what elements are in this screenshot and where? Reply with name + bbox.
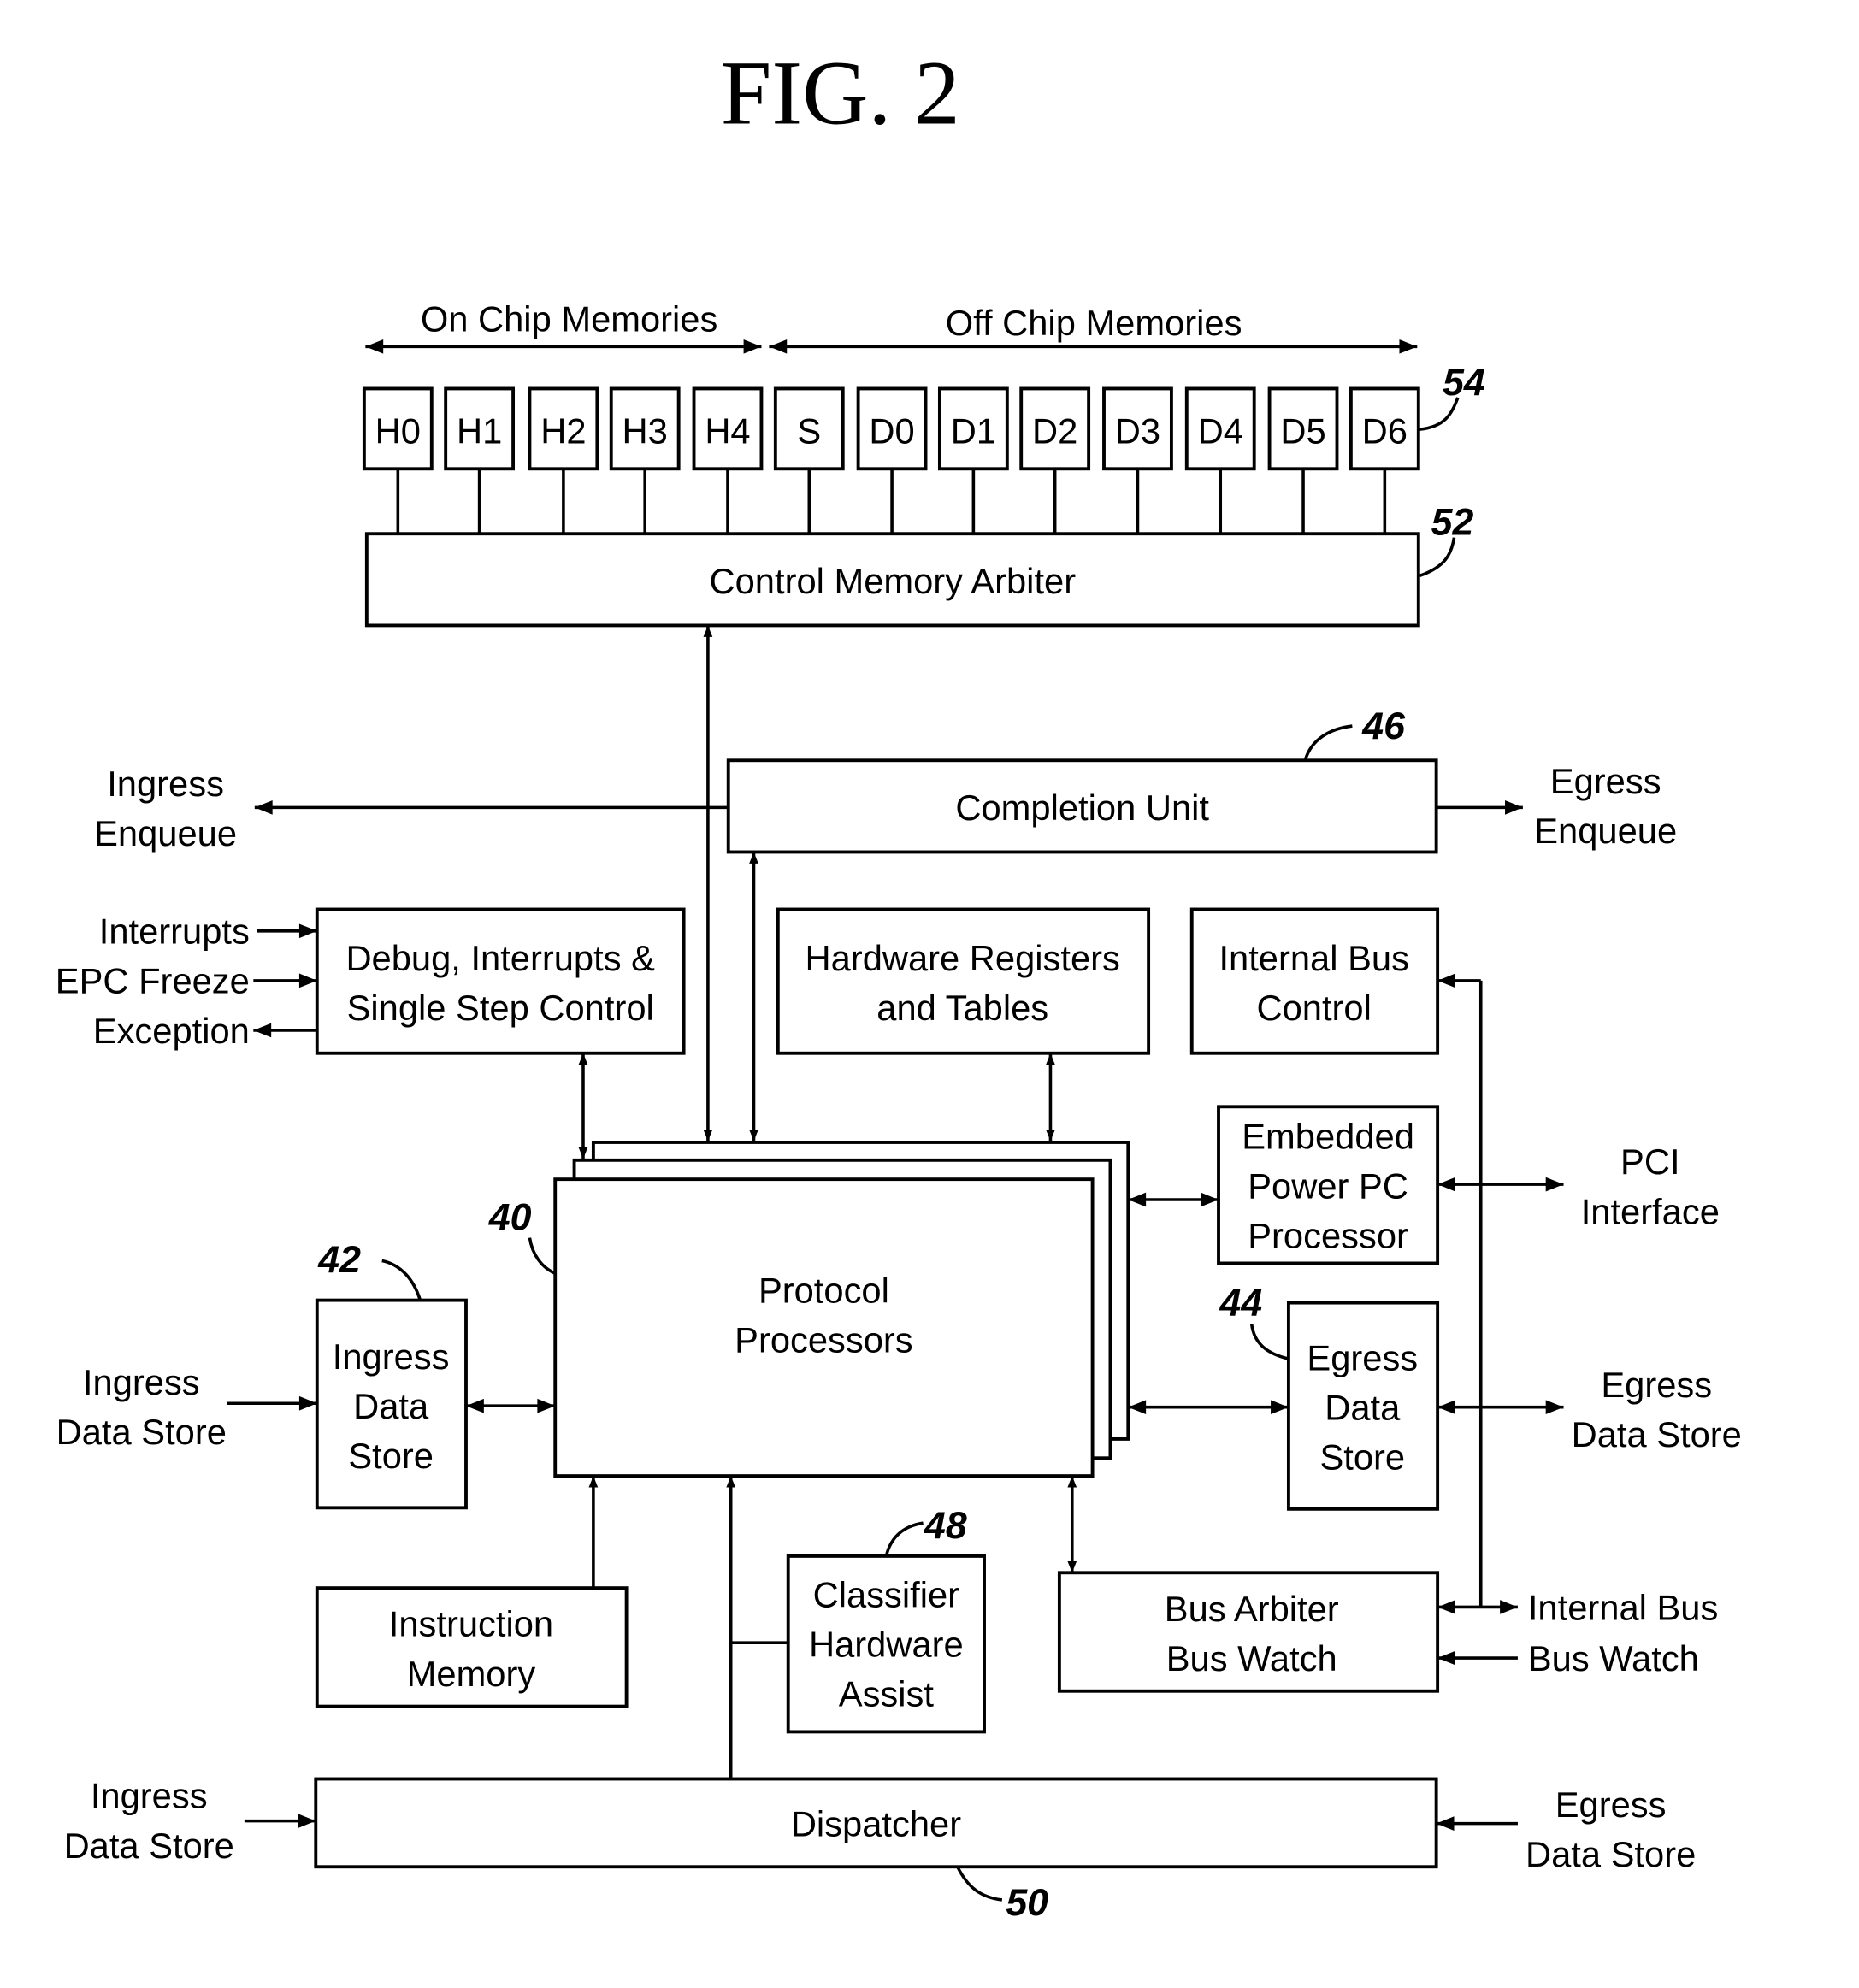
egress-ds-right-label: Egress Data Store [1572, 1365, 1742, 1454]
on-chip-label: On Chip Memories [421, 298, 718, 339]
memory-label: D6 [1362, 410, 1408, 451]
ref-42-leader [381, 1259, 422, 1301]
ingress-enqueue-label: Ingress Enqueue [94, 764, 237, 853]
exception-label: Exception [93, 1011, 250, 1051]
ref-52: 52 [1431, 502, 1474, 544]
debug-control-box [315, 907, 686, 1055]
pci-interface-label: PCI Interface [1581, 1141, 1720, 1231]
off-chip-label: Off Chip Memories [946, 303, 1242, 343]
ref-50-leader [956, 1866, 1003, 1902]
memory-row: H0 H1 H2 H3 H4 S D0 D1 D2 D3 D4 D5 D6 [362, 386, 1420, 534]
ref-44: 44 [1219, 1282, 1263, 1324]
bus-watch-label: Bus Watch [1528, 1638, 1699, 1678]
memory-label: D5 [1280, 410, 1325, 451]
ref-48: 48 [924, 1505, 967, 1547]
ref-46: 46 [1361, 705, 1406, 747]
interrupts-label: Interrupts [99, 911, 250, 952]
memory-label: D2 [1032, 410, 1077, 451]
memory-label: H0 [375, 410, 421, 451]
memory-label: D1 [951, 410, 996, 451]
ref-40-leader [528, 1237, 557, 1275]
ingress-ds-left-label: Ingress Data Store [56, 1362, 227, 1452]
memory-label: H4 [705, 410, 750, 451]
memory-label: D0 [869, 410, 914, 451]
memory-label: D3 [1115, 410, 1160, 451]
memory-label: H2 [540, 410, 586, 451]
control-memory-arbiter-label: Control Memory Arbiter [710, 561, 1077, 601]
hw-registers-box [776, 907, 1151, 1055]
fig2-diagram: FIG. 2 On Chip Memories Off Chip Memorie… [56, 43, 1742, 1924]
completion-unit-label: Completion Unit [955, 788, 1209, 828]
ref-54: 54 [1443, 362, 1485, 404]
epc-freeze-label: EPC Freeze [56, 961, 250, 1001]
ref-48-leader [884, 1521, 924, 1557]
internal-bus-label: Internal Bus [1528, 1587, 1718, 1627]
memory-label: S [797, 410, 821, 451]
memory-label: H1 [457, 410, 502, 451]
ref-40: 40 [488, 1197, 532, 1239]
ingress-ds-bottom-label: Ingress Data Store [64, 1776, 234, 1866]
embedded-ppc-label: Embedded Power PC Processor [1242, 1116, 1414, 1255]
ref-50: 50 [1006, 1882, 1048, 1924]
ref-44-leader [1249, 1324, 1289, 1360]
figure-title: FIG. 2 [721, 43, 960, 145]
memory-label: H3 [623, 410, 668, 451]
dispatcher-label: Dispatcher [791, 1804, 961, 1844]
ref-42: 42 [317, 1239, 361, 1281]
egress-enqueue-label: Egress Enqueue [1534, 761, 1677, 851]
egress-ds-bottom-label: Egress Data Store [1526, 1784, 1696, 1874]
internal-bus-control-box [1189, 907, 1440, 1055]
memory-label: D4 [1198, 410, 1243, 451]
ref-46-leader [1303, 724, 1353, 761]
